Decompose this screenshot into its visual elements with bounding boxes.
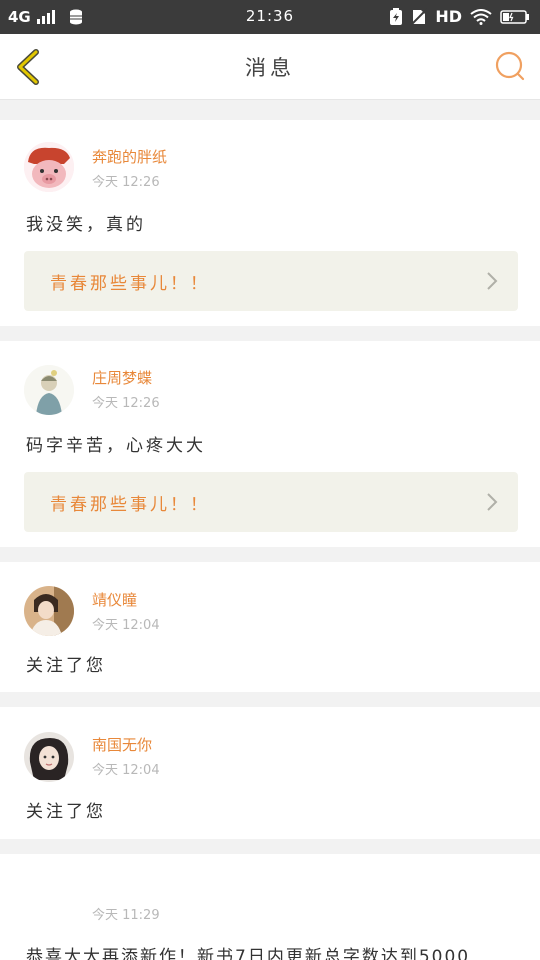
chevron-right-icon — [487, 272, 498, 290]
app-header: 消息 — [0, 34, 540, 100]
avatar[interactable] — [24, 365, 74, 415]
avatar[interactable] — [24, 732, 74, 782]
message-card: 庄周梦蝶 今天 12:26 码字辛苦，心疼大大 青春那些事儿！！ — [0, 341, 540, 547]
wifi-icon — [470, 8, 492, 25]
avatar[interactable] — [24, 586, 74, 636]
message-card: 靖仪瞳 今天 12:04 关注了您 — [0, 562, 540, 692]
message-card: 今天 11:29 恭喜大大再添新作！新书7日内更新总字数达到5000 — [0, 854, 540, 960]
avatar-portrait-icon — [24, 732, 74, 782]
avatar[interactable] — [24, 142, 74, 192]
message-time: 今天 11:29 — [92, 908, 160, 923]
sender-name[interactable]: 庄周梦蝶 — [92, 367, 152, 388]
chevron-right-icon — [487, 493, 498, 511]
message-text: 关注了您 — [26, 802, 106, 822]
message-text: 恭喜大大再添新作！新书7日内更新总字数达到5000 — [26, 947, 471, 960]
message-text: 关注了您 — [26, 656, 106, 676]
book-link-label: 青春那些事儿！！ — [50, 274, 210, 294]
message-time: 今天 12:26 — [92, 175, 160, 190]
book-link[interactable]: 青春那些事儿！！ — [24, 251, 518, 311]
message-card: 南国无你 今天 12:04 关注了您 — [0, 707, 540, 839]
search-icon[interactable] — [494, 50, 526, 82]
sender-name[interactable]: 奔跑的胖纸 — [92, 146, 167, 167]
message-time: 今天 12:26 — [92, 396, 160, 411]
battery-saver-icon — [390, 7, 403, 25]
avatar-figure-icon — [24, 365, 74, 415]
message-card: 奔跑的胖纸 今天 12:26 我没笑，真的 青春那些事儿！！ — [0, 120, 540, 326]
message-text: 码字辛苦，心疼大大 — [26, 436, 206, 456]
book-link-label: 青春那些事儿！！ — [50, 495, 210, 515]
sender-name[interactable]: 南国无你 — [92, 734, 152, 755]
hd-label: HD — [435, 7, 462, 26]
message-time: 今天 12:04 — [92, 763, 160, 778]
sender-name[interactable]: 靖仪瞳 — [92, 589, 137, 610]
battery-icon — [500, 9, 529, 24]
avatar-pig-icon — [24, 142, 74, 192]
page-title: 消息 — [245, 56, 295, 80]
status-bar: 4G 21:36 HD — [0, 0, 540, 34]
no-sim-icon — [411, 7, 428, 26]
status-right: HD — [389, 7, 530, 26]
message-time: 今天 12:04 — [92, 618, 160, 633]
message-text: 我没笑，真的 — [26, 215, 146, 235]
book-link[interactable]: 青春那些事儿！！ — [24, 472, 518, 532]
avatar-portrait-icon — [24, 586, 74, 636]
